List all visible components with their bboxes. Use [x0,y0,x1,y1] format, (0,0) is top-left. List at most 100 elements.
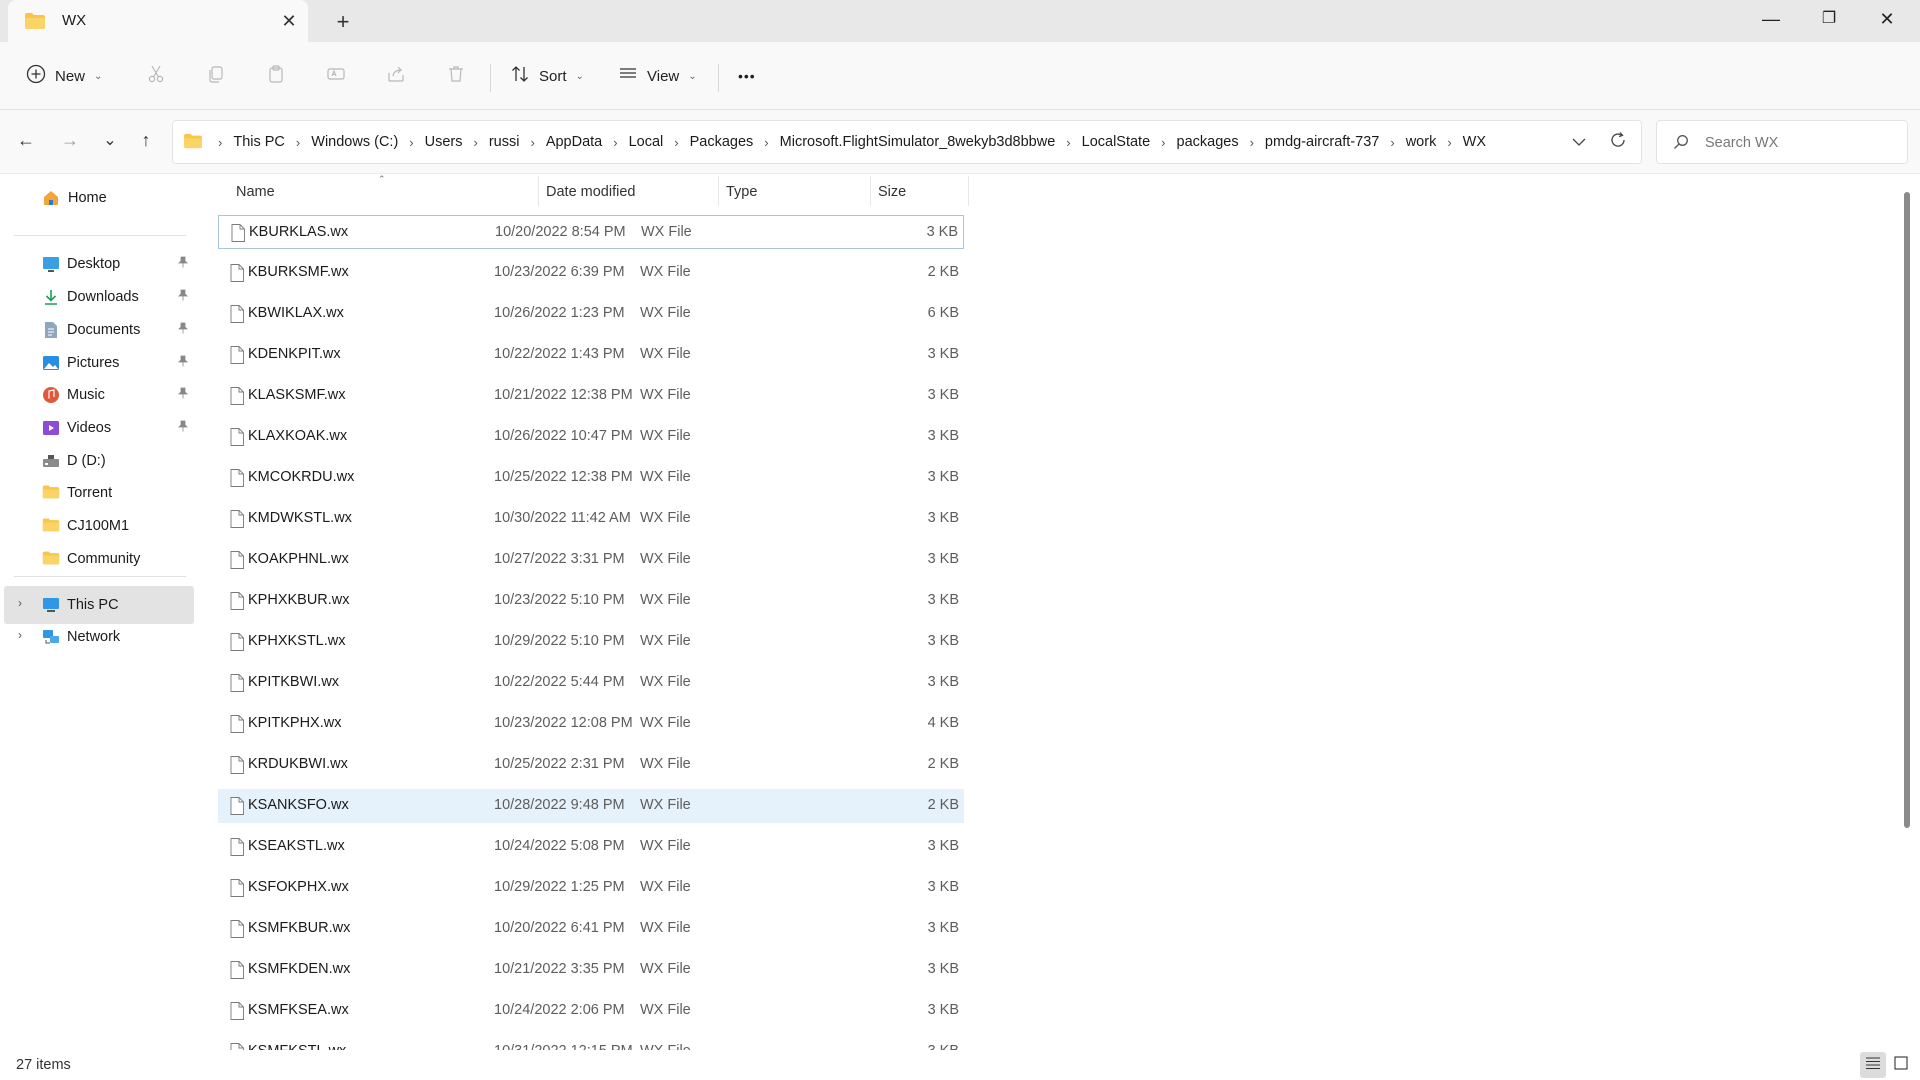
column-divider[interactable] [538,176,539,206]
file-row[interactable]: KBURKSMF.wx 10/23/2022 6:39 PM WX File 2 KB [218,256,964,290]
file-row[interactable]: KBURKLAS.wx 10/20/2022 8:54 PM WX File 3 KB [218,215,964,249]
column-divider[interactable] [870,176,871,206]
breadcrumb-item[interactable]: AppData [546,134,602,150]
delete-button[interactable] [440,60,472,92]
tab-close-button[interactable]: ✕ [278,10,300,32]
cut-button[interactable] [140,60,172,92]
nav-item-home[interactable]: Home [4,179,194,217]
file-type: WX File [640,674,691,690]
new-button[interactable]: New ⌄ [26,58,102,94]
rename-icon [326,64,346,88]
file-icon [230,961,244,983]
file-row[interactable]: KSMFKDEN.wx 10/21/2022 3:35 PM WX File 3 KB [218,953,964,987]
new-tab-button[interactable]: + [330,9,356,35]
file-row[interactable]: KSMFKSEA.wx 10/24/2022 2:06 PM WX File 3 KB [218,994,964,1028]
large-icons-view-button[interactable] [1888,1052,1914,1078]
breadcrumb-separator[interactable]: › [218,135,222,150]
refresh-button[interactable] [1604,128,1632,156]
file-row[interactable]: KPITKPHX.wx 10/23/2022 12:08 PM WX File 4 K… [218,707,964,741]
file-row[interactable]: KSMFKBUR.wx 10/20/2022 6:41 PM WX File 3 KB [218,912,964,946]
column-divider[interactable] [968,176,969,206]
breadcrumb-item[interactable]: packages [1177,134,1239,150]
breadcrumb-item[interactable]: Users [425,134,463,150]
recent-locations-button[interactable]: ⌄ [94,124,126,156]
share-button[interactable] [380,60,412,92]
breadcrumb-item[interactable]: pmdg-aircraft-737 [1265,134,1379,150]
file-size: 2 KB [927,264,959,280]
file-row[interactable]: KSANKSFO.wx 10/28/2022 9:48 PM WX File 2 KB [218,789,964,823]
column-header-date[interactable]: Date modified [546,174,635,210]
back-button[interactable]: ← [10,124,42,156]
close-window-button[interactable]: ✕ [1858,0,1916,40]
breadcrumb-item[interactable]: LocalState [1082,134,1151,150]
chevron-right-icon[interactable]: › [18,596,22,610]
file-row[interactable]: KPITKBWI.wx 10/22/2022 5:44 PM WX File 3 KB [218,666,964,700]
paste-button[interactable] [260,60,292,92]
file-row[interactable]: KSEAKSTL.wx 10/24/2022 5:08 PM WX File 3 KB [218,830,964,864]
breadcrumb-separator[interactable]: › [674,135,678,150]
vertical-scrollbar-thumb[interactable] [1904,192,1910,828]
file-row[interactable]: KSFOKPHX.wx 10/29/2022 1:25 PM WX File 3 KB [218,871,964,905]
column-divider[interactable] [718,176,719,206]
breadcrumb-item[interactable]: work [1406,134,1437,150]
search-box[interactable] [1656,120,1908,164]
view-button[interactable]: View ⌄ [618,58,697,94]
breadcrumb-item[interactable]: Windows (C:) [311,134,398,150]
column-header-name[interactable]: Name [236,174,275,210]
file-row[interactable]: KMCOKRDU.wx 10/25/2022 12:38 PM WX File 3 K… [218,461,964,495]
breadcrumb-separator[interactable]: › [1250,135,1254,150]
rename-button[interactable] [320,60,352,92]
file-row[interactable]: KBWIKLAX.wx 10/26/2022 1:23 PM WX File 6 KB [218,297,964,331]
column-header-type[interactable]: Type [726,174,757,210]
sort-button[interactable]: Sort ⌄ [510,58,584,94]
file-row[interactable]: KPHXKBUR.wx 10/23/2022 5:10 PM WX File 3 KB [218,584,964,618]
file-row[interactable]: KSMFKSTL.wx 10/31/2022 12:15 PM WX File 3 K… [218,1035,964,1050]
breadcrumb-item[interactable]: Local [629,134,664,150]
breadcrumb-item[interactable]: This PC [233,134,285,150]
file-row[interactable]: KOAKPHNL.wx 10/27/2022 3:31 PM WX File 3 KB [218,543,964,577]
breadcrumb-item[interactable]: Packages [690,134,754,150]
minimize-button[interactable]: — [1742,0,1800,40]
address-history-button[interactable] [1567,131,1591,155]
search-input[interactable] [1705,132,1895,154]
nav-item-network[interactable]: › Network [4,618,194,656]
file-row[interactable]: KMDWKSTL.wx 10/30/2022 11:42 AM WX File 3 K… [218,502,964,536]
more-options-button[interactable]: ••• [738,58,756,94]
file-row[interactable]: KPHXKSTL.wx 10/29/2022 5:10 PM WX File 3 KB [218,625,964,659]
copy-icon [206,64,226,88]
file-row[interactable]: KRDUKBWI.wx 10/25/2022 2:31 PM WX File 2 KB [218,748,964,782]
nav-item-community[interactable]: Community [4,540,194,578]
up-button[interactable]: ↑ [130,124,162,156]
address-bar[interactable]: › This PC › Windows (C:) › Users › russi › AppDat… [172,120,1642,164]
breadcrumb-separator[interactable]: › [1447,135,1451,150]
breadcrumb-separator[interactable]: › [1390,135,1394,150]
restore-button[interactable]: ❐ [1800,0,1858,40]
file-icon [230,838,244,860]
file-name: KSMFKDEN.wx [248,961,351,977]
folder-icon [42,484,60,502]
forward-button[interactable]: → [54,124,86,156]
chevron-right-icon[interactable]: › [18,628,22,642]
breadcrumb-item[interactable]: Microsoft.FlightSimulator_8wekyb3d8bbwe [780,134,1056,150]
breadcrumb-item[interactable]: russi [489,134,520,150]
breadcrumb-separator[interactable]: › [474,135,478,150]
file-row[interactable]: KLASKSMF.wx 10/21/2022 12:38 PM WX File 3 K… [218,379,964,413]
breadcrumb-separator[interactable]: › [764,135,768,150]
breadcrumb-separator[interactable]: › [296,135,300,150]
file-size: 3 KB [927,346,959,362]
breadcrumb-separator[interactable]: › [409,135,413,150]
tab-wx[interactable]: WX ✕ [8,0,308,42]
file-name: KOAKPHNL.wx [248,551,349,567]
breadcrumb-separator[interactable]: › [530,135,534,150]
file-row[interactable]: KLAXKOAK.wx 10/26/2022 10:47 PM WX File 3 K… [218,420,964,454]
column-header-size[interactable]: Size [878,174,906,210]
file-row[interactable]: KDENKPIT.wx 10/22/2022 1:43 PM WX File 3 KB [218,338,964,372]
file-type: WX File [640,264,691,280]
breadcrumb-separator[interactable]: › [1161,135,1165,150]
scissors-icon [146,64,166,88]
breadcrumb-item[interactable]: WX [1463,134,1486,150]
breadcrumb-separator[interactable]: › [1066,135,1070,150]
details-view-button[interactable] [1860,1052,1886,1078]
breadcrumb-separator[interactable]: › [613,135,617,150]
copy-button[interactable] [200,60,232,92]
